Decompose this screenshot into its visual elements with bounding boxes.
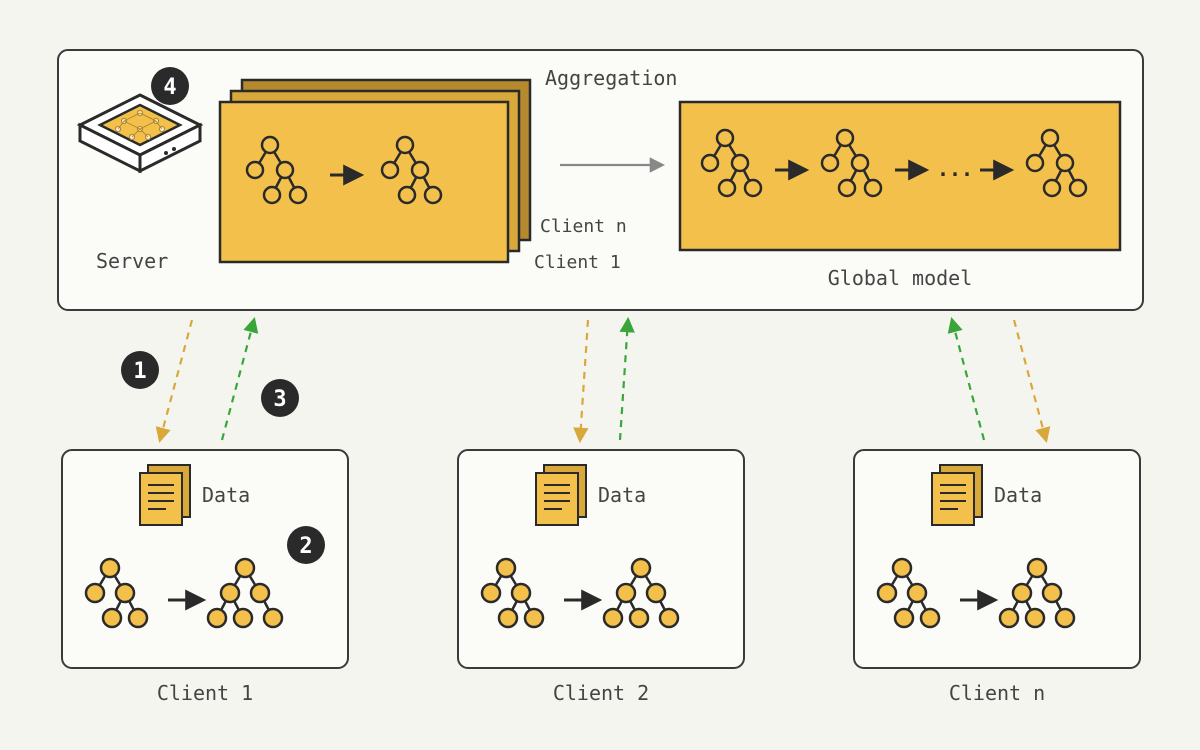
data-label-c2: Data (598, 483, 646, 507)
down-arrow-c2-icon (580, 320, 588, 440)
diagram-root: Server 4 Aggregation Client n (0, 0, 1200, 750)
svg-text:1: 1 (133, 359, 146, 384)
data-label-c1: Data (202, 483, 250, 507)
up-arrow-cn-icon (952, 320, 984, 440)
up-arrow-c1-icon (222, 320, 254, 440)
client-1-tag: Client 1 (534, 252, 621, 273)
svg-text:3: 3 (273, 387, 286, 412)
svg-text:2: 2 (299, 534, 312, 559)
down-arrow-cn-icon (1014, 320, 1046, 440)
step-2-badge: 2 (287, 526, 325, 564)
data-label-cn: Data (994, 483, 1042, 507)
client-model-stack (220, 80, 530, 262)
server-label: Server (96, 249, 168, 273)
svg-text:4: 4 (163, 75, 176, 100)
step-4-badge: 4 (151, 67, 189, 105)
down-arrow-c1-icon (160, 320, 192, 440)
data-icon-c2 (536, 465, 586, 525)
client-1-label: Client 1 (157, 681, 253, 705)
data-icon-cn (932, 465, 982, 525)
client-2-label: Client 2 (553, 681, 649, 705)
up-arrow-c2-icon (620, 320, 628, 440)
global-model-label: Global model (828, 266, 973, 290)
data-icon-c1 (140, 465, 190, 525)
client-n-label: Client n (949, 681, 1045, 705)
step-3-badge: 3 (261, 379, 299, 417)
client-n-tag: Client n (540, 216, 627, 237)
step-1-badge: 1 (121, 351, 159, 389)
ellipsis-label: ... (937, 157, 973, 181)
aggregation-label: Aggregation (545, 66, 677, 90)
